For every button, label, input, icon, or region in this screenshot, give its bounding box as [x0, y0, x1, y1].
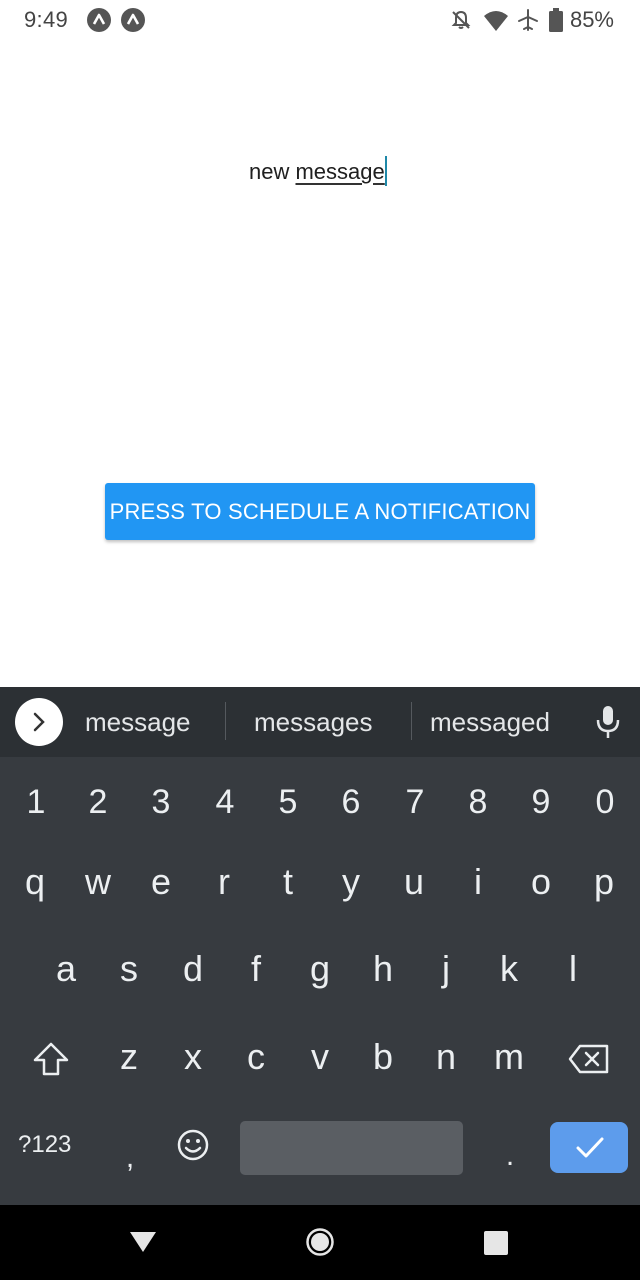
- key-w[interactable]: w: [68, 862, 128, 902]
- input-composing-word: message: [295, 159, 385, 184]
- backspace-icon[interactable]: [568, 1044, 610, 1074]
- key-l[interactable]: l: [543, 949, 603, 989]
- check-icon: [576, 1137, 604, 1158]
- space-key[interactable]: [240, 1121, 463, 1175]
- navigation-bar: [0, 1205, 640, 1280]
- key-q[interactable]: q: [5, 862, 65, 902]
- input-text-prefix: new: [249, 159, 296, 184]
- key-comma[interactable]: ,: [100, 1138, 160, 1178]
- key-k[interactable]: k: [479, 949, 539, 989]
- key-d[interactable]: d: [163, 949, 223, 989]
- key-i[interactable]: i: [448, 862, 508, 902]
- key-h[interactable]: h: [353, 949, 413, 989]
- key-y[interactable]: y: [321, 862, 381, 902]
- app-notification-icon: [121, 8, 145, 32]
- key-b[interactable]: b: [353, 1037, 413, 1077]
- shift-icon[interactable]: [32, 1041, 70, 1077]
- microphone-icon[interactable]: [595, 705, 621, 739]
- app-notification-icon: [87, 8, 111, 32]
- key-s[interactable]: s: [99, 949, 159, 989]
- key-g[interactable]: g: [290, 949, 350, 989]
- status-bar: 9:49 85%: [0, 0, 640, 40]
- key-p[interactable]: p: [574, 862, 634, 902]
- key-a[interactable]: a: [36, 949, 96, 989]
- battery-percent: 85%: [569, 7, 614, 32]
- suggestion-item[interactable]: messaged: [430, 707, 550, 738]
- key-3[interactable]: 3: [131, 782, 191, 822]
- suggestion-bar: message messages messaged: [0, 687, 640, 757]
- battery-icon: [549, 8, 563, 32]
- key-f[interactable]: f: [226, 949, 286, 989]
- suggestion-item[interactable]: message: [85, 707, 191, 738]
- key-v[interactable]: v: [290, 1037, 350, 1077]
- enter-key[interactable]: [550, 1122, 628, 1173]
- back-icon[interactable]: [129, 1231, 157, 1253]
- wifi-icon: [484, 11, 508, 31]
- expand-toolbar-button[interactable]: [15, 698, 63, 746]
- home-icon[interactable]: [305, 1227, 335, 1257]
- status-time: 9:49: [24, 7, 69, 32]
- suggestion-divider: [225, 702, 226, 740]
- key-5[interactable]: 5: [258, 782, 318, 822]
- key-period[interactable]: .: [480, 1136, 540, 1176]
- key-j[interactable]: j: [416, 949, 476, 989]
- chevron-right-icon: [33, 712, 45, 732]
- key-4[interactable]: 4: [195, 782, 255, 822]
- key-8[interactable]: 8: [448, 782, 508, 822]
- key-n[interactable]: n: [416, 1037, 476, 1077]
- key-2[interactable]: 2: [68, 782, 128, 822]
- airplane-mode-icon: [518, 9, 538, 31]
- suggestion-divider: [411, 702, 412, 740]
- text-caret: [384, 156, 387, 186]
- schedule-notification-button[interactable]: PRESS TO SCHEDULE A NOTIFICATION: [105, 483, 535, 540]
- symbols-key[interactable]: ?123: [18, 1131, 71, 1159]
- key-1[interactable]: 1: [6, 782, 66, 822]
- soft-keyboard: message messages messaged 1 2 3 4 5 6 7 …: [0, 687, 640, 1205]
- key-m[interactable]: m: [479, 1037, 539, 1077]
- key-9[interactable]: 9: [511, 782, 571, 822]
- key-x[interactable]: x: [163, 1037, 223, 1077]
- key-z[interactable]: z: [99, 1037, 159, 1077]
- notifications-off-icon: [451, 10, 471, 29]
- suggestion-item[interactable]: messages: [254, 707, 373, 738]
- key-7[interactable]: 7: [385, 782, 445, 822]
- key-o[interactable]: o: [511, 862, 571, 902]
- key-e[interactable]: e: [131, 862, 191, 902]
- key-0[interactable]: 0: [575, 782, 635, 822]
- message-input[interactable]: new message: [249, 156, 387, 186]
- recents-icon[interactable]: [484, 1231, 508, 1255]
- key-r[interactable]: r: [194, 862, 254, 902]
- key-6[interactable]: 6: [321, 782, 381, 822]
- key-t[interactable]: t: [258, 862, 318, 902]
- key-u[interactable]: u: [384, 862, 444, 902]
- emoji-icon[interactable]: [176, 1128, 210, 1162]
- key-c[interactable]: c: [226, 1037, 286, 1077]
